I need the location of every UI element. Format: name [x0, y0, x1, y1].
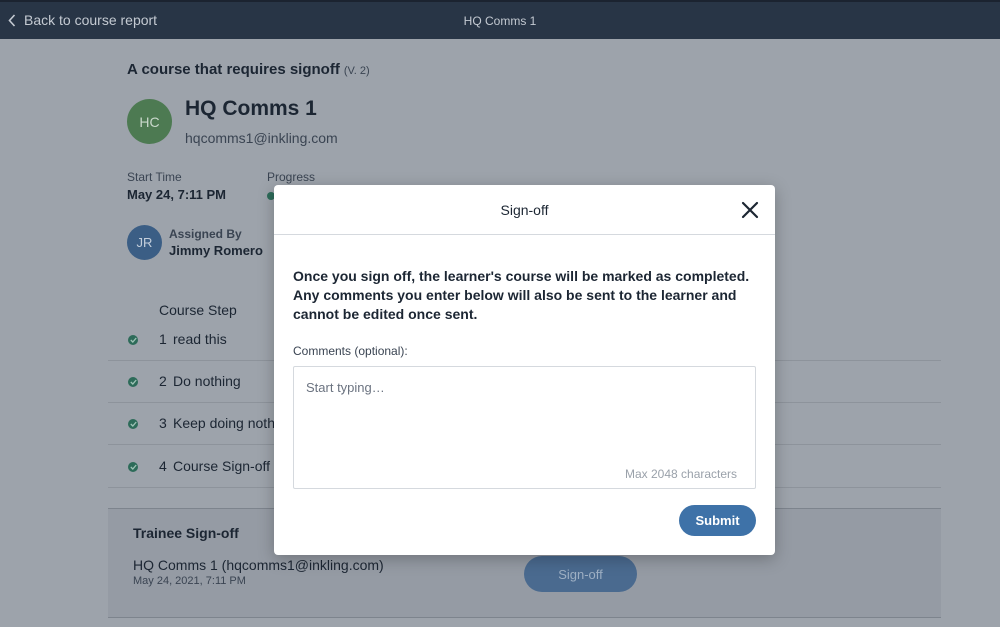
step-number: 2	[159, 373, 167, 389]
trainee-signoff-button[interactable]: Sign-off	[524, 556, 637, 592]
check-circle-icon	[128, 335, 138, 345]
step-number: 3	[159, 415, 167, 431]
step-label: Keep doing noth	[173, 415, 275, 431]
top-bar: Back to course report HQ Comms 1	[0, 0, 1000, 39]
modal-message: Once you sign off, the learner's course …	[293, 268, 750, 322]
learner-avatar: HC	[127, 99, 172, 144]
submit-button[interactable]: Submit	[679, 505, 756, 536]
assigned-by-name: Jimmy Romero	[169, 243, 263, 258]
learner-name: HQ Comms 1	[185, 97, 317, 120]
trainee-signoff-date: May 24, 2021, 7:11 PM	[133, 575, 246, 587]
assigned-by-label: Assigned By	[169, 227, 242, 241]
start-time-label: Start Time	[127, 170, 182, 184]
step-label: read this	[173, 331, 227, 347]
step-number: 1	[159, 331, 167, 347]
step-label: Course Sign-off	[173, 458, 271, 474]
check-circle-icon	[128, 419, 138, 429]
trainee-name: HQ Comms 1 (hqcomms1@inkling.com)	[133, 557, 384, 573]
max-characters-hint: Max 2048 characters	[625, 467, 738, 481]
assigner-avatar: JR	[127, 225, 162, 260]
close-icon[interactable]	[740, 200, 760, 220]
step-number: 4	[159, 458, 167, 474]
check-circle-icon	[128, 377, 138, 387]
signoff-modal: Sign-off Once you sign off, the learner'…	[274, 185, 775, 555]
course-title-text: A course that requires signoff	[127, 61, 340, 78]
step-label: Do nothing	[173, 373, 241, 389]
comments-label: Comments (optional):	[293, 344, 408, 358]
progress-label: Progress	[267, 170, 316, 184]
start-time-value: May 24, 7:11 PM	[127, 187, 226, 202]
learner-email: hqcomms1@inkling.com	[185, 130, 338, 146]
course-title: A course that requires signoff (V. 2)	[127, 61, 370, 78]
check-circle-icon	[128, 462, 138, 472]
page-title: HQ Comms 1	[463, 14, 537, 28]
trainee-signoff-title: Trainee Sign-off	[133, 525, 239, 541]
course-step-header: Course Step	[159, 302, 237, 318]
modal-header: Sign-off	[274, 185, 775, 235]
modal-title: Sign-off	[500, 202, 549, 218]
course-version: (V. 2)	[343, 65, 370, 77]
